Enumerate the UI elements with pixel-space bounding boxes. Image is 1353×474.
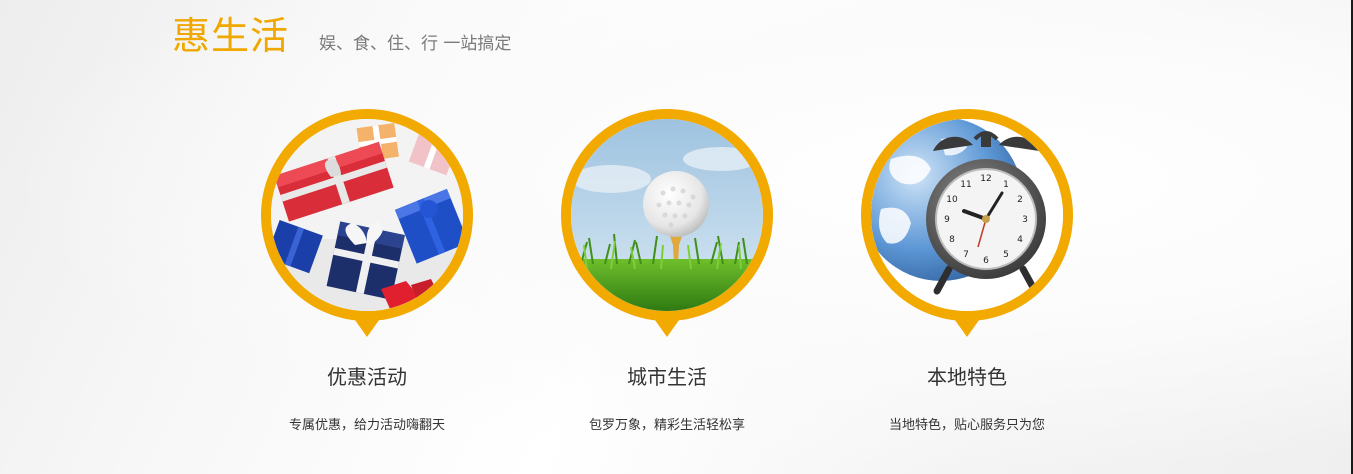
svg-text:9: 9 [944,215,950,225]
pin-tail [650,313,684,337]
feature-title-city-life: 城市生活 [627,365,707,389]
golf-ball-image [571,119,763,311]
gift-boxes-image [271,119,463,311]
feature-card-local-specialty[interactable]: 12 1 2 3 4 5 6 7 8 9 10 11 本地特色 当地特色，贴心服… [861,109,1073,433]
globe-alarm-clock-image: 12 1 2 3 4 5 6 7 8 9 10 11 [871,119,1063,311]
svg-text:6: 6 [983,256,989,266]
svg-text:5: 5 [1003,250,1009,260]
svg-text:11: 11 [960,180,971,190]
feature-desc-local-specialty: 当地特色，贴心服务只为您 [888,418,1045,433]
svg-text:12: 12 [980,174,991,184]
svg-text:2: 2 [1017,195,1023,205]
feature-title-local-specialty: 本地特色 [927,365,1007,389]
feature-desc-city-life: 包罗万象，精彩生活轻松享 [588,418,745,433]
feature-title-promotions: 优惠活动 [327,365,407,389]
features-row: 优惠活动 专属优惠，给力活动嗨翻天 城市生活 包罗万象，精彩生活轻松享 12 1… [0,0,1353,474]
feature-pin-city-life[interactable] [561,109,773,339]
svg-text:4: 4 [1017,235,1023,245]
feature-pin-promotions[interactable] [261,109,473,339]
pin-tail [350,313,384,337]
feature-card-city-life[interactable]: 城市生活 包罗万象，精彩生活轻松享 [561,109,773,433]
feature-desc-promotions: 专属优惠，给力活动嗨翻天 [288,418,445,433]
svg-text:1: 1 [1003,180,1009,190]
svg-text:3: 3 [1022,215,1028,225]
svg-text:8: 8 [949,235,955,245]
feature-card-promotions[interactable]: 优惠活动 专属优惠，给力活动嗨翻天 [261,109,473,433]
svg-text:7: 7 [963,250,969,260]
pin-tail [950,313,984,337]
svg-text:10: 10 [946,195,958,205]
feature-pin-local-specialty[interactable]: 12 1 2 3 4 5 6 7 8 9 10 11 [861,109,1073,339]
